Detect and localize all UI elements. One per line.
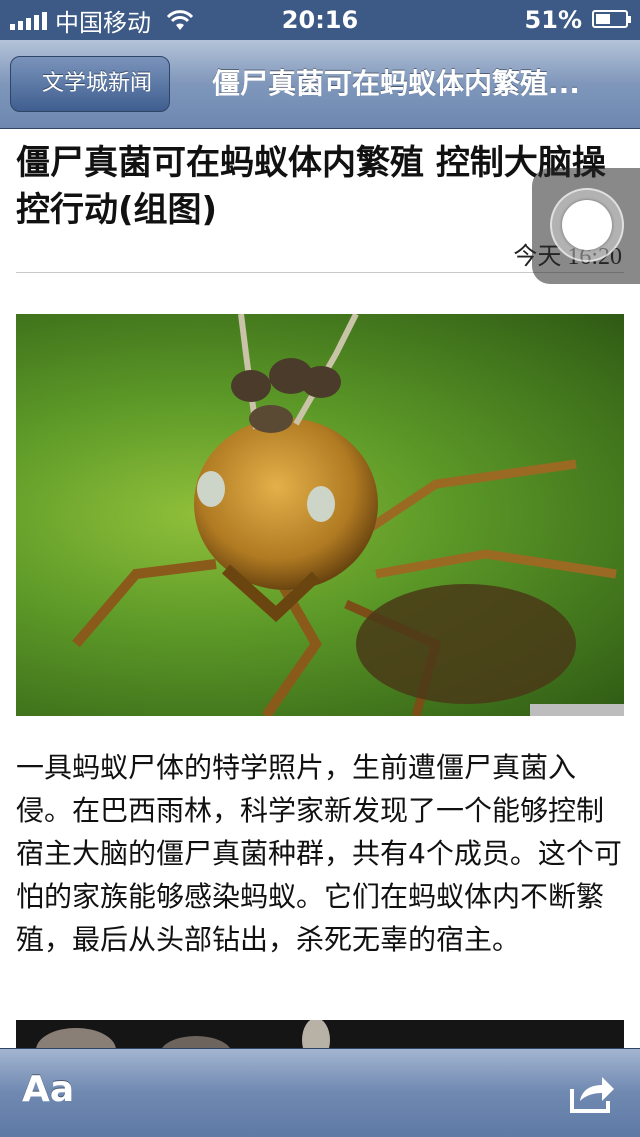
back-button[interactable]: 文学城新闻 bbox=[10, 56, 170, 112]
font-size-button[interactable]: Aa bbox=[22, 1069, 74, 1110]
photo-caption-tab bbox=[530, 704, 624, 716]
article-title: 僵尸真菌可在蚂蚁体内繁殖 控制大脑操控行动(组图) bbox=[16, 143, 606, 230]
wifi-icon bbox=[165, 9, 195, 31]
assistive-touch-dot bbox=[562, 200, 612, 250]
article-photo-ant bbox=[16, 314, 624, 716]
battery-percent: 51% bbox=[524, 6, 582, 34]
status-bar: 中国移动 20:16 51% bbox=[0, 0, 640, 40]
navigation-bar: 文学城新闻 僵尸真菌可在蚂蚁体内繁殖... bbox=[0, 40, 640, 129]
assistive-touch-icon[interactable] bbox=[532, 168, 640, 284]
carrier-name: 中国移动 bbox=[55, 8, 151, 37]
bottom-toolbar: Aa bbox=[0, 1048, 640, 1137]
battery-icon bbox=[592, 10, 631, 28]
article-body: 一具蚂蚁尸体的特学照片，生前遭僵尸真菌入侵。在巴西雨林，科学家新发现了一个能够控… bbox=[16, 751, 622, 956]
signal-icon bbox=[10, 10, 47, 30]
nav-title: 僵尸真菌可在蚂蚁体内繁殖... bbox=[212, 67, 580, 100]
battery-fill bbox=[596, 14, 611, 24]
share-icon[interactable] bbox=[568, 1071, 616, 1115]
